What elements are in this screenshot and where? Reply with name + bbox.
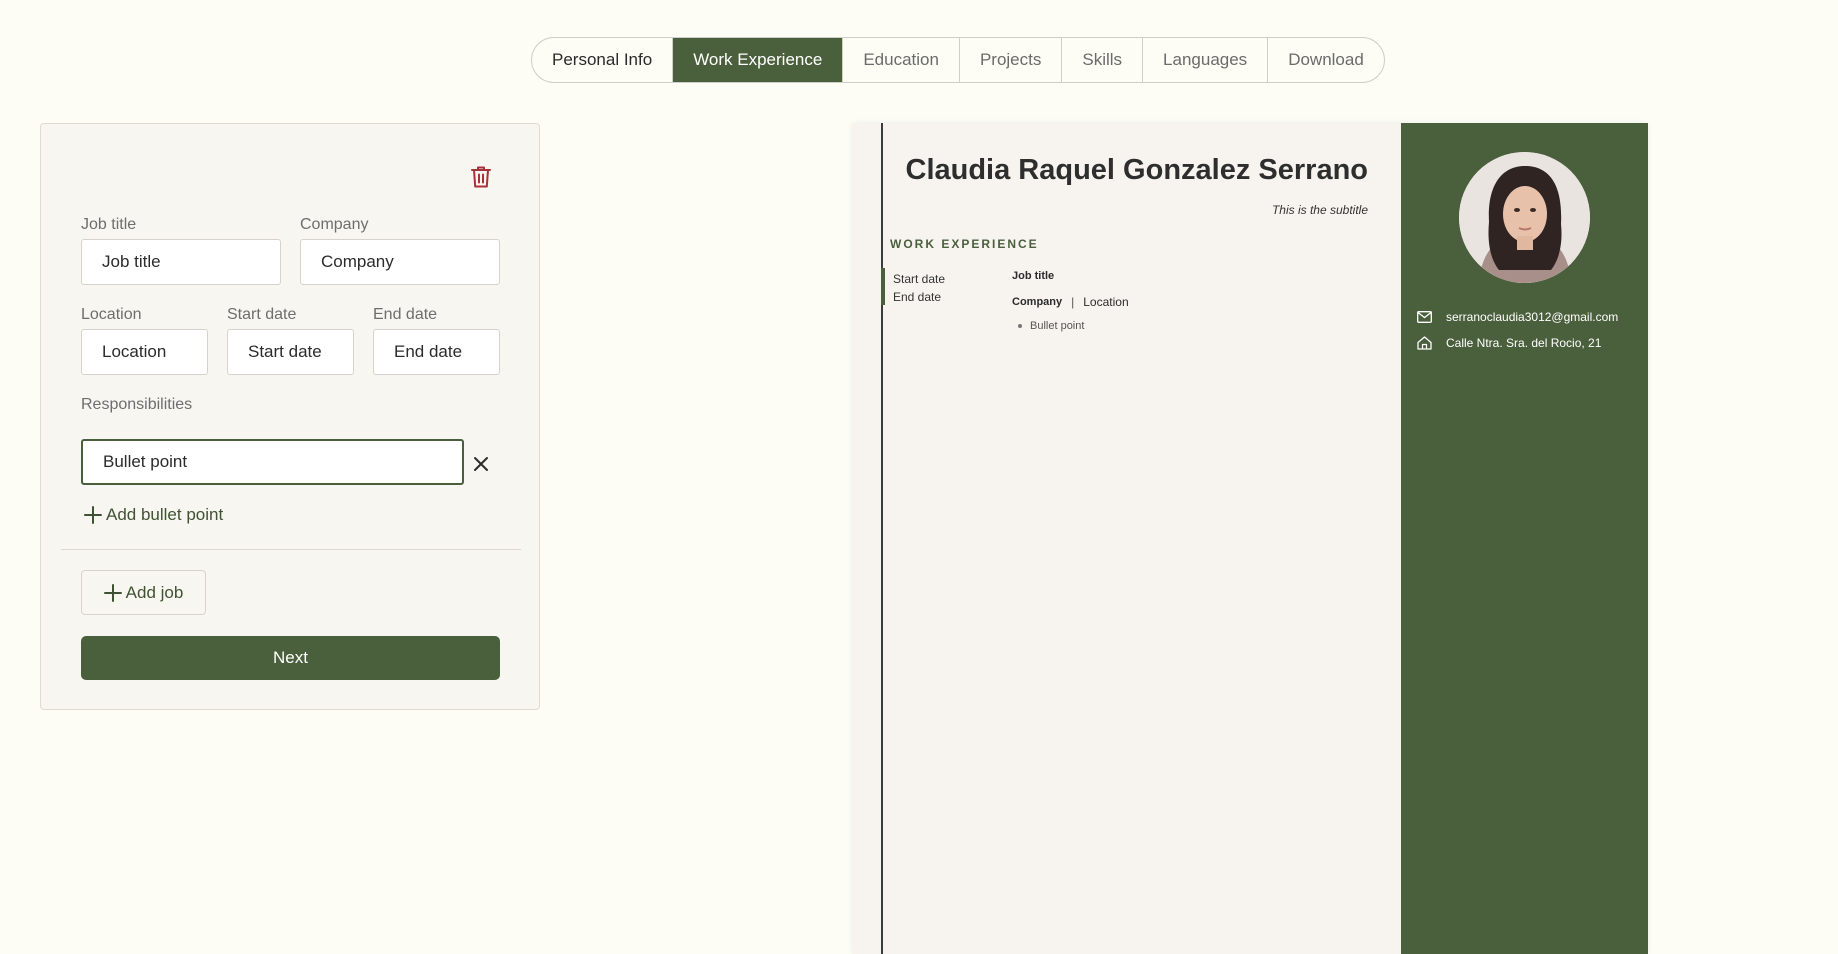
contact-address-text: Calle Ntra. Sra. del Rocio, 21: [1446, 336, 1602, 350]
contact-email: serranoclaudia3012@gmail.com: [1417, 310, 1618, 324]
resume-job-title: Job title: [1012, 270, 1055, 282]
tab-download[interactable]: Download: [1268, 38, 1384, 82]
home-icon: [1417, 336, 1432, 350]
job-title-input[interactable]: [81, 239, 281, 285]
next-button[interactable]: Next: [81, 636, 500, 680]
step-tabs: Personal Info Work Experience Education …: [531, 37, 1385, 83]
resume-bullet-text: Bullet point: [1030, 320, 1085, 332]
divider: [61, 549, 521, 550]
tab-languages[interactable]: Languages: [1143, 38, 1269, 82]
avatar: [1459, 152, 1590, 283]
add-job-label: Add job: [125, 582, 184, 602]
tab-personal-info[interactable]: Personal Info: [532, 38, 674, 82]
resume-sidebar: serranoclaudia3012@gmail.com Calle Ntra.…: [1401, 123, 1648, 954]
work-experience-form: Job title Company Location Start date En…: [40, 123, 540, 710]
tab-skills[interactable]: Skills: [1062, 38, 1144, 82]
contact-address: Calle Ntra. Sra. del Rocio, 21: [1417, 336, 1601, 350]
location-input[interactable]: [81, 329, 208, 375]
resume-entry-marker: [881, 268, 885, 305]
add-job-button[interactable]: Add job: [81, 570, 206, 615]
resume-company: Company: [1012, 296, 1063, 308]
company-label: Company: [300, 216, 369, 233]
tab-work-experience[interactable]: Work Experience: [673, 38, 844, 82]
avatar-photo: [1459, 152, 1590, 283]
resume-section-title: WORK EXPERIENCE: [890, 237, 1039, 251]
resume-dates: Start date End date: [893, 270, 945, 306]
job-title-label: Job title: [81, 216, 137, 233]
next-label: Next: [273, 648, 308, 667]
plus-icon: [84, 506, 102, 524]
resume-name: Claudia Raquel Gonzalez Serrano: [905, 154, 1369, 186]
end-date-input[interactable]: [373, 329, 500, 375]
bullet-dot-icon: [1018, 324, 1022, 328]
resume-left-rule: [881, 123, 883, 954]
resume-preview: Claudia Raquel Gonzalez Serrano This is …: [852, 123, 1648, 954]
delete-job-button[interactable]: [466, 162, 496, 192]
mail-icon: [1417, 311, 1432, 323]
resume-end-date: End date: [893, 290, 942, 304]
location-label: Location: [81, 306, 142, 323]
bullet-point-input[interactable]: [81, 439, 464, 485]
resume-subtitle: This is the subtitle: [1271, 203, 1368, 217]
company-input[interactable]: [300, 239, 500, 285]
resume-company-line: Company | Location: [1012, 295, 1129, 309]
tab-projects[interactable]: Projects: [960, 38, 1063, 82]
close-icon: [474, 457, 488, 471]
tab-education[interactable]: Education: [843, 38, 960, 82]
start-date-input[interactable]: [227, 329, 354, 375]
contact-email-text: serranoclaudia3012@gmail.com: [1446, 310, 1619, 324]
add-bullet-point-label: Add bullet point: [106, 505, 224, 524]
resume-bullet-item: Bullet point: [1012, 320, 1084, 332]
resume-start-date: Start date: [893, 272, 946, 286]
responsibilities-label: Responsibilities: [81, 396, 193, 413]
resume-location: Location: [1083, 295, 1129, 309]
end-date-label: End date: [373, 306, 438, 323]
plus-icon: [103, 583, 122, 602]
start-date-label: Start date: [227, 306, 297, 323]
resume-separator: |: [1071, 295, 1075, 309]
trash-icon: [471, 166, 491, 188]
remove-bullet-button[interactable]: [466, 449, 496, 479]
add-bullet-point-button[interactable]: Add bullet point: [84, 505, 223, 525]
